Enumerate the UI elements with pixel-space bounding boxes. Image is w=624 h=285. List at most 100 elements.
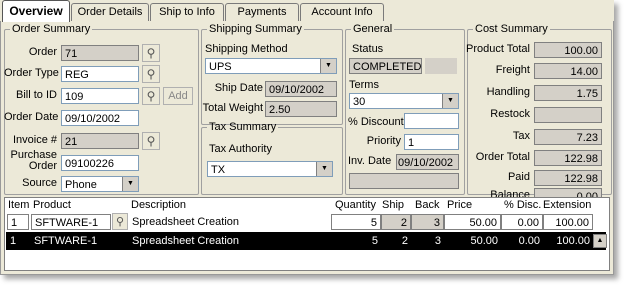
- source-select[interactable]: Phone ▼: [61, 176, 139, 192]
- chevron-down-icon[interactable]: ▼: [122, 177, 138, 191]
- paid-label: Paid: [507, 171, 530, 183]
- chevron-up-icon: ▲: [596, 237, 604, 244]
- total-weight-label: Total Weight: [202, 102, 263, 114]
- cell-extension[interactable]: 100.00: [543, 233, 593, 249]
- tab-ship-to-info[interactable]: Ship to Info: [150, 3, 224, 21]
- terms-label: Terms: [349, 79, 379, 91]
- cell-price[interactable]: 50.00: [444, 214, 501, 230]
- column-header-back[interactable]: Back: [415, 199, 439, 211]
- tab-payments[interactable]: Payments: [225, 3, 299, 21]
- magnifier-icon: ⚲: [115, 216, 125, 228]
- cell-disc[interactable]: 0.00: [501, 214, 543, 230]
- order-date-field[interactable]: 09/10/2002: [61, 110, 139, 126]
- order-window: Overview Order Details Ship to Info Paym…: [0, 0, 614, 275]
- order-total-value: 122.98: [534, 150, 602, 166]
- priority-label: Priority: [366, 135, 401, 147]
- column-header-quantity[interactable]: Quantity: [335, 199, 376, 211]
- handling-value: 1.75: [534, 85, 602, 101]
- add-button[interactable]: Add: [163, 87, 193, 105]
- tab-order-details[interactable]: Order Details: [71, 3, 149, 21]
- tax-authority-select[interactable]: TX ▼: [207, 161, 333, 177]
- bill-to-lookup-button[interactable]: ⚲: [142, 87, 160, 105]
- cell-ship[interactable]: 2: [381, 214, 411, 230]
- general-status-bar: [349, 173, 459, 189]
- column-header-product[interactable]: Product: [33, 199, 71, 211]
- order-label: Order: [28, 46, 57, 58]
- freight-label: Freight: [495, 64, 530, 76]
- chevron-down-icon[interactable]: ▼: [320, 59, 336, 73]
- order-summary-legend: Order Summary: [12, 23, 91, 35]
- column-header-description[interactable]: Description: [131, 199, 186, 211]
- order-field[interactable]: 71: [61, 45, 139, 61]
- cell-item[interactable]: 1: [7, 214, 29, 230]
- cell-quantity[interactable]: 5: [331, 233, 381, 249]
- line-items-grid: Item Product Description Quantity Ship B…: [4, 197, 610, 271]
- invoice-lookup-button[interactable]: ⚲: [142, 132, 160, 150]
- restock-label: Restock: [490, 108, 530, 120]
- bill-to-field[interactable]: 109: [61, 88, 139, 104]
- cell-price[interactable]: 50.00: [444, 233, 501, 249]
- ship-date-label: Ship Date: [214, 82, 263, 94]
- tax-authority-label: Tax Authority: [209, 143, 272, 155]
- tab-overview[interactable]: Overview: [2, 0, 70, 22]
- total-weight-field[interactable]: 2.50: [265, 101, 337, 117]
- restock-value: [534, 107, 602, 123]
- cell-product[interactable]: SFTWARE-1: [31, 214, 111, 230]
- column-header-price[interactable]: Price: [447, 199, 472, 211]
- discount-label: % Discount: [348, 116, 404, 128]
- magnifier-icon: ⚲: [146, 134, 156, 148]
- cell-product[interactable]: SFTWARE-1: [34, 233, 124, 249]
- purchase-order-field[interactable]: 09100226: [61, 155, 139, 171]
- cell-description[interactable]: Spreadsheet Creation: [129, 214, 329, 230]
- tax-authority-value: TX: [211, 164, 226, 176]
- cell-extension[interactable]: 100.00: [543, 214, 593, 230]
- cell-back[interactable]: 3: [411, 214, 444, 230]
- source-label: Source: [22, 177, 57, 189]
- magnifier-icon: ⚲: [146, 67, 156, 81]
- order-lookup-button[interactable]: ⚲: [142, 44, 160, 62]
- order-type-lookup-button[interactable]: ⚲: [142, 65, 160, 83]
- column-header-ship[interactable]: Ship: [382, 199, 404, 211]
- status-field[interactable]: COMPLETED: [349, 58, 422, 74]
- column-header-item[interactable]: Item: [8, 199, 29, 211]
- cost-summary-rows: Product Total 100.00 Freight 14.00 Handl…: [466, 33, 610, 204]
- inv-date-field[interactable]: 09/10/2002: [396, 154, 459, 170]
- tab-account-info[interactable]: Account Info: [300, 3, 384, 21]
- terms-select[interactable]: 30 ▼: [349, 93, 459, 109]
- terms-value: 30: [353, 96, 366, 108]
- shipping-summary-legend: Shipping Summary: [209, 23, 302, 35]
- magnifier-icon: ⚲: [146, 89, 156, 103]
- overview-panel: Order Summary Order 71 ⚲ Order Type REG …: [0, 21, 614, 275]
- invoice-field[interactable]: 21: [61, 133, 139, 149]
- column-header-disc[interactable]: % Disc.: [504, 199, 541, 211]
- status-color-swatch: [425, 58, 457, 74]
- cell-quantity[interactable]: 5: [331, 214, 381, 230]
- scroll-up-button[interactable]: ▲: [593, 234, 607, 248]
- shipping-method-label: Shipping Method: [205, 43, 288, 55]
- column-header-extension[interactable]: Extension: [543, 199, 591, 211]
- purchase-order-label: Order: [28, 160, 57, 172]
- priority-field[interactable]: 1: [404, 134, 459, 150]
- cell-ship[interactable]: 2: [381, 233, 411, 249]
- cell-disc[interactable]: 0.00: [501, 233, 543, 249]
- table-row-selected[interactable]: 1 SFTWARE-1 Spreadsheet Creation 5 2 3 5…: [6, 232, 607, 250]
- invoice-label: Invoice #: [12, 134, 57, 146]
- chevron-down-icon[interactable]: ▼: [316, 162, 332, 176]
- bill-to-label: Bill to ID: [16, 89, 57, 101]
- order-total-label: Order Total: [475, 151, 530, 163]
- cell-back[interactable]: 3: [411, 233, 444, 249]
- tax-label: Tax: [512, 130, 530, 142]
- cell-description[interactable]: Spreadsheet Creation: [132, 233, 332, 249]
- tax-value: 7.23: [534, 129, 602, 145]
- product-lookup-button[interactable]: ⚲: [112, 213, 128, 230]
- table-row[interactable]: 1 SFTWARE-1 ⚲ Spreadsheet Creation 5 2 3…: [6, 213, 606, 231]
- order-type-field[interactable]: REG: [61, 66, 139, 82]
- cell-item[interactable]: 1: [10, 233, 32, 249]
- ship-date-field[interactable]: 09/10/2002: [265, 81, 337, 97]
- source-value: Phone: [65, 179, 97, 191]
- handling-label: Handling: [486, 86, 530, 98]
- discount-field[interactable]: [404, 113, 459, 129]
- chevron-down-icon[interactable]: ▼: [442, 94, 458, 108]
- shipping-method-select[interactable]: UPS ▼: [205, 58, 337, 74]
- order-type-label: Order Type: [4, 67, 59, 79]
